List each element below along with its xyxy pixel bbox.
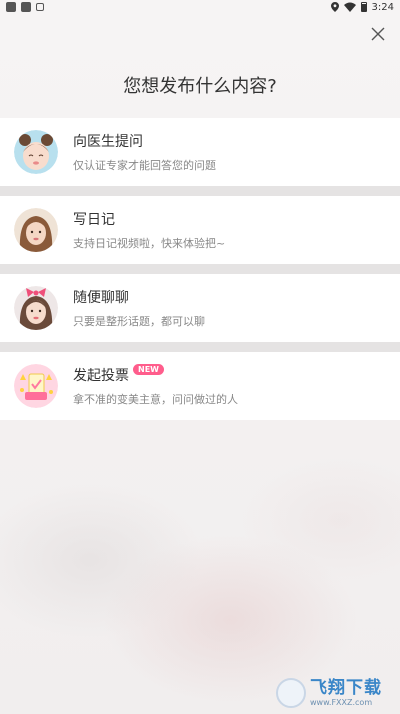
wifi-icon — [343, 2, 356, 12]
item-title: 向医生提问 — [73, 134, 143, 150]
close-button[interactable] — [368, 24, 388, 44]
menu-item-ask-doctor[interactable]: 向医生提问 仅认证专家才能回答您的问题 — [0, 118, 400, 186]
avatar — [14, 130, 58, 174]
battery-icon — [360, 2, 367, 12]
divider — [0, 264, 400, 274]
item-subtitle: 支持日记视频啦，快来体验把~ — [73, 237, 226, 250]
status-bar: 3:24 — [0, 0, 400, 14]
location-icon — [330, 2, 339, 12]
watermark-url: www.FXXZ.com — [310, 697, 373, 707]
watermark: 飞翔下载 www.FXXZ.com — [276, 676, 392, 710]
watermark-name: 飞翔下载 — [310, 677, 382, 698]
divider — [0, 342, 400, 352]
publish-menu: 向医生提问 仅认证专家才能回答您的问题 写日记 支持日记视频啦，快来体验把~ 随… — [0, 118, 400, 420]
item-subtitle: 拿不准的变美主意，问问做过的人 — [73, 393, 238, 406]
menu-item-write-diary[interactable]: 写日记 支持日记视频啦，快来体验把~ — [0, 196, 400, 264]
divider — [0, 186, 400, 196]
avatar — [14, 286, 58, 330]
watermark-logo-icon — [276, 678, 306, 708]
app-icon — [6, 2, 16, 12]
notification-icon — [36, 3, 44, 11]
page-title: 您想发布什么内容? — [123, 76, 277, 97]
poll-icon — [14, 364, 58, 408]
avatar — [14, 208, 58, 252]
menu-item-start-poll[interactable]: 发起投票 NEW 拿不准的变美主意，问问做过的人 — [0, 352, 400, 420]
close-icon — [371, 27, 385, 41]
item-subtitle: 只要是整形话题，都可以聊 — [73, 315, 205, 328]
item-title: 写日记 — [73, 212, 115, 228]
item-title-text: 发起投票 — [73, 368, 129, 384]
clock: 3:24 — [371, 1, 394, 13]
item-subtitle: 仅认证专家才能回答您的问题 — [73, 159, 216, 172]
item-title: 随便聊聊 — [73, 290, 129, 306]
menu-item-chat[interactable]: 随便聊聊 只要是整形话题，都可以聊 — [0, 274, 400, 342]
app-icon — [21, 2, 31, 12]
item-title: 发起投票 NEW — [73, 363, 238, 385]
new-badge: NEW — [133, 363, 164, 375]
